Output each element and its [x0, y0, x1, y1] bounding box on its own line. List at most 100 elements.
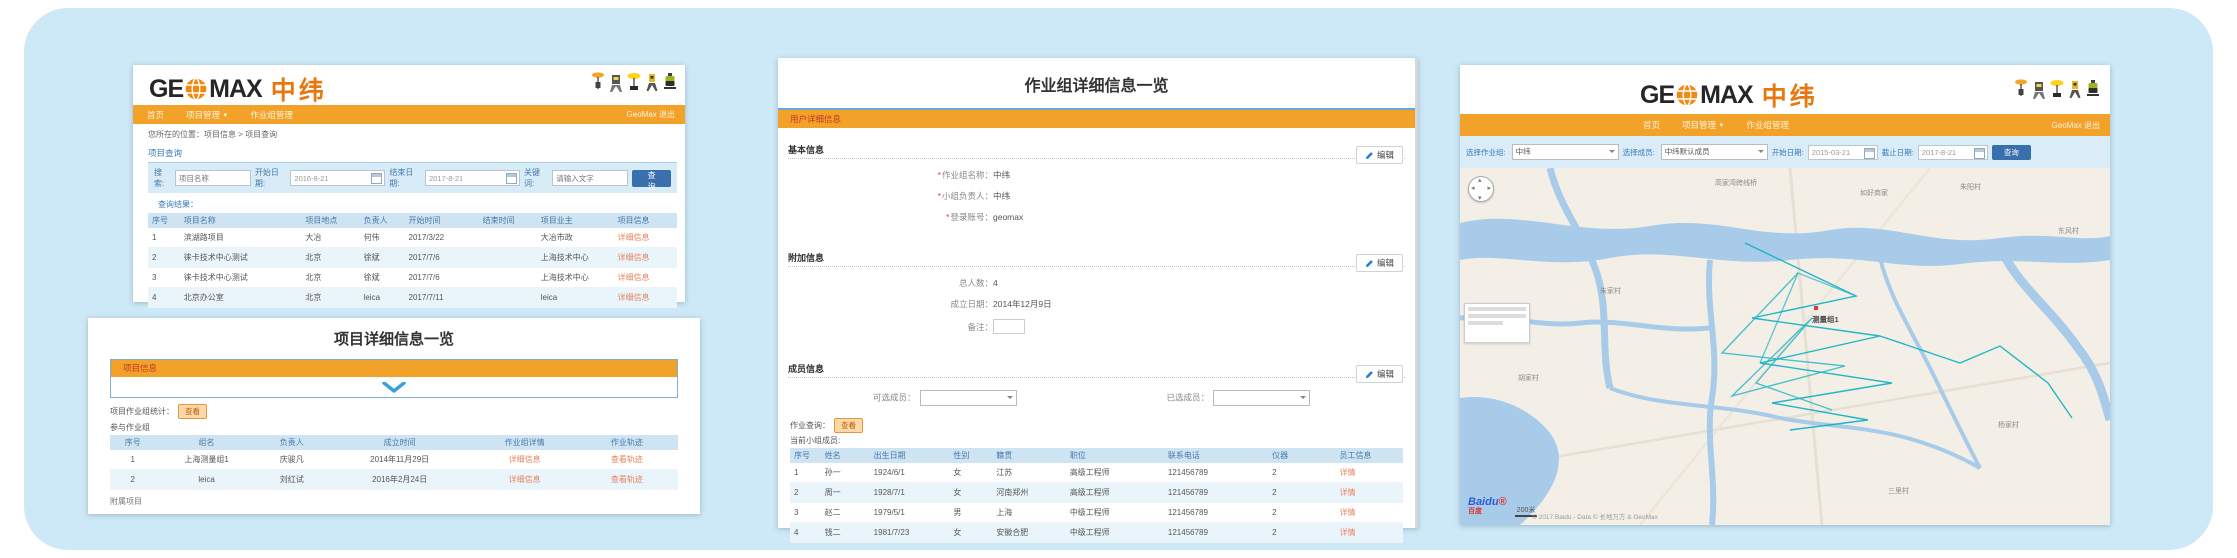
table-cell: 女 [949, 463, 992, 483]
section-member-info: 成员信息 编辑 [788, 357, 1405, 378]
brand-header: GE MAX 中纬 [133, 65, 685, 105]
table-cell: 2017/3/22 [405, 228, 479, 248]
nav-item-home[interactable]: 首页 [1643, 119, 1660, 131]
edit-basic-button[interactable]: 编辑 [1356, 146, 1403, 164]
instrument-icons [2014, 79, 2100, 99]
logout-link[interactable]: GeoMax 退出 [627, 109, 675, 120]
calendar-icon[interactable] [1974, 148, 1985, 159]
field-value: 2014年12月9日 [993, 298, 1052, 310]
group-select-label: 选择作业组: [1466, 147, 1506, 158]
table-cell [479, 288, 537, 308]
table-link[interactable]: 详情 [1336, 503, 1403, 523]
calendar-icon[interactable] [506, 173, 517, 184]
available-members-select[interactable] [920, 390, 1017, 406]
view-stats-button[interactable]: 查看 [178, 404, 207, 419]
table-link[interactable]: 详情 [1336, 463, 1403, 483]
table-cell [479, 268, 537, 288]
nav-item-groups[interactable]: 作业组管理 [250, 109, 293, 121]
table-row: 3赵二1979/5/1男上海中级工程师1214567892详情 [790, 503, 1403, 523]
column-header: 作业轨迹 [576, 435, 678, 450]
job-query-label: 作业查询： [790, 420, 830, 431]
table-cell: 2014年11月29日 [326, 450, 474, 470]
theodolite-icon [645, 72, 659, 92]
table-cell: 大冶 [301, 228, 359, 248]
basic-fields: *作业组名称：中纬 *小组负责人：中纬 *登录账号：geomax [778, 159, 1415, 236]
table-row: 2徕卡技术中心测试北京徐斌2017/7/6上海技术中心详细信息 [148, 248, 677, 268]
map-search-button[interactable]: 查询 [1992, 145, 2031, 160]
table-link[interactable]: 详细信息 [474, 450, 576, 470]
map-layer-control[interactable] [1464, 303, 1530, 343]
table-link[interactable]: 详细信息 [613, 268, 677, 288]
table-cell: 孙一 [821, 463, 870, 483]
keyword-label: 关键词: [524, 167, 548, 189]
table-cell: 上海技术中心 [537, 268, 614, 288]
logo-text-max: MAX [1700, 81, 1753, 110]
panel-project-query: GE MAX 中纬 首页 项目管理 ▼ 作业组管理 GeoMax 退出 您所在的… [133, 65, 685, 302]
column-header: 职位 [1066, 448, 1164, 463]
group-stats-label: 项目作业组统计： [110, 406, 174, 417]
search-name-input[interactable] [175, 170, 251, 186]
keyword-input[interactable] [552, 170, 628, 186]
table-cell: 4 [790, 523, 821, 543]
table-cell: 高级工程师 [1066, 463, 1164, 483]
attached-projects-label: 附属项目 [110, 496, 700, 507]
column-header: 项目地点 [301, 213, 359, 228]
table-cell: 2 [1268, 463, 1335, 483]
edit-extra-button[interactable]: 编辑 [1356, 254, 1403, 272]
table-row: 1孙一1924/6/1女江苏高级工程师1214567892详情 [790, 463, 1403, 483]
panel-group-detail: 作业组详细信息一览 用户详细信息 基本信息 编辑 *作业组名称：中纬 *小组负责… [778, 58, 1418, 528]
section-basic-info: 基本信息 编辑 [788, 138, 1405, 159]
nav-item-projects[interactable]: 项目管理 ▼ [186, 109, 228, 121]
expand-row[interactable] [111, 377, 677, 397]
map-place-label: 杨家村 [1998, 420, 2019, 430]
calendar-icon[interactable] [1864, 148, 1875, 159]
column-header: 性别 [949, 448, 992, 463]
table-cell: 2 [148, 248, 180, 268]
column-header: 姓名 [821, 448, 870, 463]
memo-textarea[interactable] [993, 319, 1025, 334]
calendar-icon[interactable] [371, 173, 382, 184]
column-header: 籍贯 [992, 448, 1066, 463]
column-header: 开始时间 [405, 213, 479, 228]
table-row: 4北京办公室北京leica2017/7/11leica详细信息 [148, 288, 677, 308]
column-header: 负责人 [258, 435, 326, 450]
search-button[interactable]: 查询 [632, 170, 671, 187]
nav-item-projects[interactable]: 项目管理 ▼ [1682, 119, 1724, 131]
page-title: 项目详细信息一览 [88, 318, 700, 349]
table-cell: 女 [949, 523, 992, 543]
table-link[interactable]: 详细信息 [613, 248, 677, 268]
table-cell: 北京 [301, 288, 359, 308]
table-cell: 3 [148, 268, 180, 288]
nav-item-groups[interactable]: 作业组管理 [1746, 119, 1789, 131]
member-select[interactable]: 中纬默认成员 [1661, 144, 1768, 160]
view-jobs-button[interactable]: 查看 [834, 418, 863, 433]
chosen-members-select[interactable] [1213, 390, 1310, 406]
table-cell: 周一 [821, 483, 870, 503]
project-info-box: 项目信息 [110, 359, 678, 398]
table-cell: 2016年2月24日 [326, 470, 474, 490]
table-cell: 何伟 [360, 228, 405, 248]
table-link[interactable]: 详细信息 [474, 470, 576, 490]
scanner-icon [663, 72, 677, 92]
table-link[interactable]: 查看轨迹 [576, 450, 678, 470]
extra-fields: 总人数：4 成立日期：2014年12月9日 备注： [778, 267, 1415, 347]
logout-link[interactable]: GeoMax 退出 [2052, 120, 2100, 131]
edit-members-button[interactable]: 编辑 [1356, 365, 1403, 383]
field-label: 备注： [898, 321, 993, 333]
table-link[interactable]: 查看轨迹 [576, 470, 678, 490]
table-link[interactable]: 详情 [1336, 523, 1403, 543]
map-attribution: Baidu® 百度 200米 [1468, 497, 1537, 517]
table-cell [479, 228, 537, 248]
nav-item-home[interactable]: 首页 [147, 109, 164, 121]
group-select[interactable]: 中纬 [1512, 144, 1619, 160]
map-canvas [1460, 168, 2110, 525]
table-link[interactable]: 详细信息 [613, 228, 677, 248]
table-cell: 1979/5/1 [870, 503, 950, 523]
table-cell: leica [360, 288, 405, 308]
map-pan-control[interactable]: ▴▾ ◂▸ [1468, 176, 1494, 202]
table-link[interactable]: 详细信息 [613, 288, 677, 308]
table-cell: 上海测量组1 [155, 450, 257, 470]
logo-text-cn: 中纬 [1762, 77, 1818, 113]
table-link[interactable]: 详情 [1336, 483, 1403, 503]
baidu-map[interactable]: ▴▾ ◂▸ Baidu® 百度 200米 © 2017 Baidu - Data… [1460, 168, 2110, 525]
